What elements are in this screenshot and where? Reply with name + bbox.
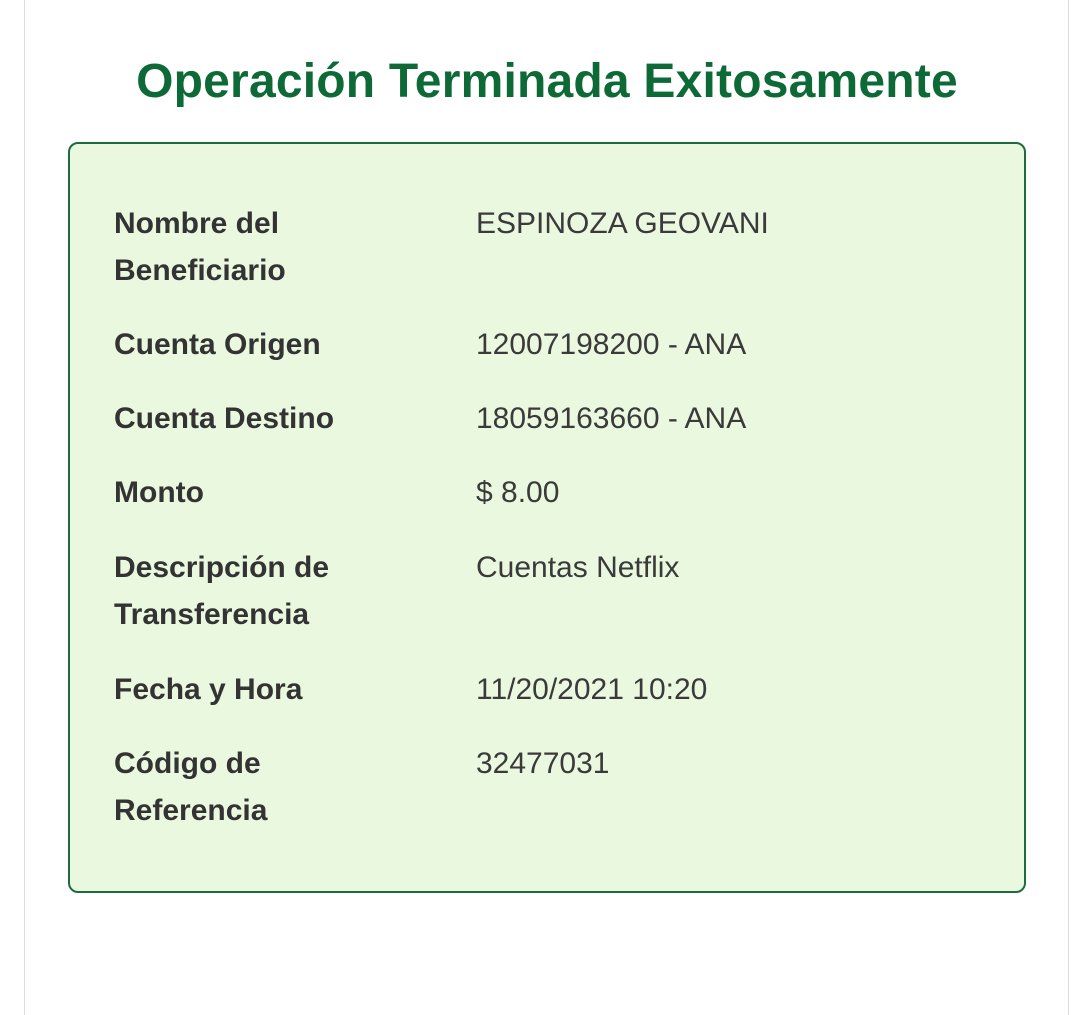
detail-label: Código de Referencia — [114, 740, 444, 834]
detail-label: Nombre del Beneficiario — [114, 200, 444, 294]
detail-label: Fecha y Hora — [114, 666, 444, 713]
detail-label-line: Descripción de — [114, 551, 330, 584]
detail-label: Monto — [114, 469, 444, 516]
detail-value: 12007198200 - ANA — [476, 328, 747, 361]
detail-value: 32477031 — [476, 747, 610, 780]
detail-label: Descripción de Transferencia — [114, 544, 444, 638]
detail-label-line: Cuenta Destino — [114, 402, 335, 435]
detail-label: Cuenta Origen — [114, 321, 444, 368]
detail-label-line: Monto — [114, 476, 204, 509]
detail-label-line: Cuenta Origen — [114, 328, 321, 361]
detail-label: Cuenta Destino — [114, 395, 444, 442]
detail-value: Cuentas Netflix — [476, 551, 680, 584]
page-title: Operación Terminada Exitosamente — [136, 55, 958, 108]
detail-label-line: Nombre del — [114, 207, 280, 240]
detail-value: $ 8.00 — [476, 476, 560, 509]
detail-label-line: Referencia — [114, 794, 268, 827]
detail-label-line: Código de — [114, 747, 261, 780]
detail-value: 18059163660 - ANA — [476, 402, 747, 435]
transfer-details-card: Nombre del Beneficiario ESPINOZA GEOVANI… — [68, 142, 1026, 893]
detail-label-line: Transferencia — [114, 598, 310, 631]
detail-value: ESPINOZA GEOVANI — [476, 207, 769, 240]
detail-label-line: Fecha y Hora — [114, 673, 303, 706]
detail-value: 11/20/2021 10:20 — [476, 673, 708, 706]
detail-label-line: Beneficiario — [114, 254, 286, 287]
